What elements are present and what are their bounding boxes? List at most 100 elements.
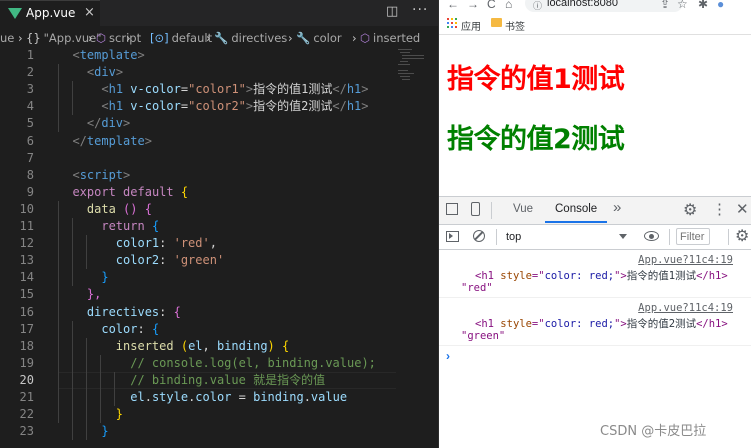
line-number: 21 (19, 390, 34, 404)
code-line[interactable]: 21 el.style.color = binding.value (0, 389, 438, 406)
forward-icon[interactable]: → (467, 0, 479, 11)
source-link[interactable]: App.vue?11c4:19 (638, 302, 733, 314)
console-message: App.vue?11c4:19 <h1 style="color: red;">… (439, 298, 751, 346)
code-line[interactable]: 11 return { (0, 218, 438, 235)
symbol-icon: ⬡ (96, 31, 107, 45)
editor-tab-app-vue[interactable]: App.vue × (0, 0, 100, 26)
code-text: } (58, 269, 108, 286)
more-tabs-icon[interactable]: » (613, 199, 621, 216)
element-text: 指令的值1测试 (626, 270, 697, 282)
console-settings-icon[interactable]: ⚙ (735, 226, 749, 246)
tab-console[interactable]: Console (555, 203, 597, 215)
browser-window: ← → C ⌂ ⓘ localhost:8080 ⇪ ☆ ✱ ● 应用 书签 指… (439, 0, 751, 448)
minimap[interactable] (396, 47, 426, 83)
code-line[interactable]: 12 color1: 'red', (0, 235, 438, 252)
bookmark-folder[interactable]: 书签 (505, 18, 525, 33)
code-text: directives: { (58, 304, 181, 321)
bookmark-apps[interactable]: 应用 (461, 18, 481, 33)
code-line[interactable]: 7 (0, 150, 438, 167)
code-token: color2 (115, 253, 160, 268)
show-sidebar-icon[interactable] (446, 231, 459, 242)
logged-element[interactable]: <h1 style="color: red;">指令的值1测试</h1> (475, 268, 728, 283)
chevron-right-icon: › (206, 31, 211, 45)
code-token: 指令的值1测试 (253, 82, 333, 97)
symbol-icon: 🔧 (214, 31, 229, 45)
code-line[interactable]: 1 <template> (0, 47, 438, 64)
code-line[interactable]: 2 <div> (0, 64, 438, 81)
kebab-menu-icon[interactable]: ⋮ (712, 200, 727, 218)
code-area[interactable]: 1 <template> 2 <div> 3 <h1 v-color="color1… (0, 47, 438, 448)
breadcrumb-item[interactable]: [⊙] default (150, 31, 212, 45)
code-line[interactable]: 15 }, (0, 286, 438, 303)
code-token: "color2" (188, 99, 246, 114)
code-line[interactable]: 14 } (0, 269, 438, 286)
eye-icon[interactable] (644, 231, 659, 241)
code-line[interactable]: 23 } (0, 423, 438, 440)
extensions-icon[interactable]: ✱ (698, 0, 708, 11)
source-link[interactable]: App.vue?11c4:19 (638, 254, 733, 266)
code-line[interactable]: 13 color2: 'green' (0, 252, 438, 269)
code-line[interactable]: 22 } (0, 406, 438, 423)
gear-icon[interactable]: ⚙ (683, 200, 697, 220)
code-line[interactable]: 18 inserted (el, binding) { (0, 338, 438, 355)
breadcrumb: ue ›{} "App.vue" › ⬡ script › [⊙] default › 🔧 direc… (0, 27, 438, 48)
code-token: , (209, 236, 217, 251)
code-line[interactable]: 10 data () { (0, 201, 438, 218)
code-line[interactable]: 3 <h1 v-color="color1">指令的值1测试</h1> (0, 81, 438, 98)
breadcrumb-item[interactable]: ue (0, 31, 14, 45)
inspect-element-icon[interactable] (446, 203, 458, 215)
breadcrumb-item[interactable]: ⬡ inserted (360, 31, 420, 45)
more-actions-icon[interactable]: ··· (412, 2, 428, 18)
context-selector[interactable]: top (501, 228, 631, 246)
apps-grid-icon[interactable] (447, 18, 457, 28)
watermark: CSDN @卡皮巴拉 (600, 424, 707, 439)
star-icon[interactable]: ☆ (677, 0, 688, 11)
code-line[interactable]: 17 color: { (0, 321, 438, 338)
site-info-icon[interactable]: ⓘ (533, 0, 542, 12)
chevron-right-icon: › (126, 31, 131, 45)
code-line[interactable]: 9 export default { (0, 184, 438, 201)
tab-vue[interactable]: Vue (513, 203, 533, 215)
filter-input[interactable] (676, 228, 710, 245)
element-text: 指令的值2测试 (626, 318, 697, 330)
code-token: > (361, 99, 369, 114)
code-line[interactable]: 16 directives: { (0, 304, 438, 321)
logged-value: "green" (461, 330, 506, 342)
code-line[interactable]: 8 <script> (0, 167, 438, 184)
code-token: return (101, 219, 145, 233)
close-icon[interactable]: ✕ (736, 200, 749, 218)
clear-console-icon[interactable] (473, 230, 485, 242)
code-line[interactable]: 20 // binding.value 就是指令的值 (0, 371, 438, 389)
url-text: localhost:8080 (547, 0, 618, 9)
indent-guide (100, 354, 101, 424)
code-text: } (58, 406, 123, 423)
home-icon[interactable]: ⌂ (505, 0, 512, 11)
code-line[interactable]: 5 </div> (0, 115, 438, 132)
close-icon[interactable]: × (84, 5, 95, 20)
attr-eq: =" (531, 318, 545, 330)
tag-open: <h1 (475, 270, 501, 282)
back-icon[interactable]: ← (447, 0, 459, 11)
code-token: div (94, 65, 116, 80)
console-prompt[interactable]: › (446, 349, 450, 363)
reload-icon[interactable]: C (487, 0, 496, 11)
breadcrumb-item[interactable]: 🔧 directives (214, 31, 287, 45)
code-line[interactable]: 6 </template> (0, 133, 438, 150)
logged-element[interactable]: <h1 style="color: red;">指令的值2测试</h1> (475, 316, 728, 331)
share-icon[interactable]: ⇪ (660, 0, 670, 11)
split-editor-icon[interactable]: ◫ (386, 4, 398, 19)
code-line[interactable]: 19 // console.log(el, binding.value); (0, 355, 438, 372)
breadcrumb-item[interactable]: 🔧 color (296, 31, 342, 45)
device-toolbar-icon[interactable] (471, 202, 480, 216)
profile-avatar[interactable]: ● (717, 0, 724, 11)
breadcrumb-item[interactable]: ⬡ script (96, 31, 141, 45)
code-line[interactable]: 4 <h1 v-color="color2">指令的值2测试</h1> (0, 98, 438, 115)
